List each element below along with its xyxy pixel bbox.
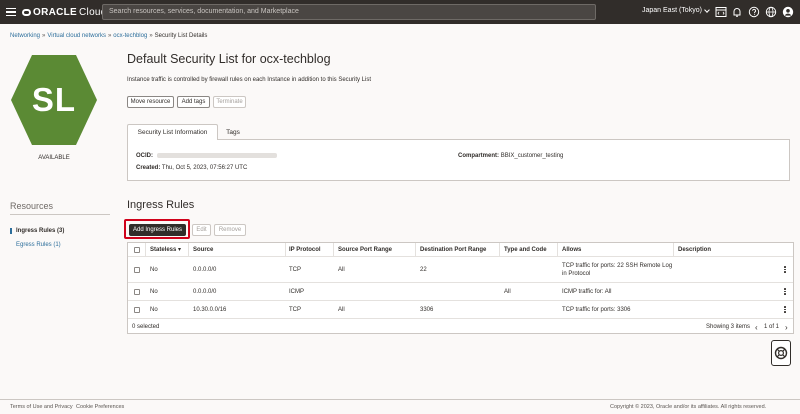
terminate-button[interactable]: Terminate xyxy=(213,96,246,108)
table-header: Stateless ▾ Source IP Protocol Source Po… xyxy=(128,243,793,257)
ocid-field: OCID: xyxy=(136,153,277,159)
column-allows: Allows xyxy=(562,247,582,253)
showing-count: Showing 3 items xyxy=(706,324,751,330)
row-actions-kebab-icon[interactable] xyxy=(784,306,787,313)
search-input[interactable]: Search resources, services, documentatio… xyxy=(102,4,596,20)
highlight-box xyxy=(124,219,190,239)
resource-avatar: SL xyxy=(10,52,98,148)
cell-type-code: All xyxy=(504,289,511,295)
cell-destination-port: 22 xyxy=(420,267,427,273)
row-checkbox[interactable] xyxy=(134,289,140,295)
cell-protocol: TCP xyxy=(289,307,301,313)
tab-security-list-information[interactable]: Security List Information xyxy=(127,124,218,140)
page-description: Instance traffic is controlled by firewa… xyxy=(127,77,372,83)
lifebuoy-icon xyxy=(774,346,788,360)
globe-icon[interactable] xyxy=(765,6,777,18)
ingress-rules-title: Ingress Rules xyxy=(127,199,195,211)
region-selector[interactable]: Japan East (Tokyo) xyxy=(642,6,710,14)
breadcrumb-networking[interactable]: Networking xyxy=(10,33,40,39)
page-title: Default Security List for ocx-techblog xyxy=(127,52,331,66)
selected-count: 0 selected xyxy=(132,324,160,330)
table-row: No 0.0.0.0/0 TCP All 22 TCP traffic for … xyxy=(128,257,793,283)
table-row: No 0.0.0.0/0 ICMP All ICMP traffic for: … xyxy=(128,283,793,301)
row-actions-kebab-icon[interactable] xyxy=(784,288,787,295)
copyright-text: Copyright © 2023, Oracle and/or its affi… xyxy=(610,404,767,410)
chevron-down-icon xyxy=(704,6,710,13)
cell-source: 10.30.0.0/16 xyxy=(193,307,227,313)
cell-source: 0.0.0.0/0 xyxy=(193,267,217,273)
info-panel: OCID: Compartment: BBIX_customer_testing… xyxy=(127,139,790,181)
cell-source-port: All xyxy=(338,267,345,273)
help-lifebuoy-button[interactable] xyxy=(771,340,791,366)
sort-down-icon: ▾ xyxy=(178,247,182,253)
table-row: No 10.30.0.0/16 TCP All 3306 TCP traffic… xyxy=(128,301,793,319)
cell-allows-cont: in Protocol xyxy=(562,271,591,277)
cell-protocol: ICMP xyxy=(289,289,304,295)
oracle-logo-icon xyxy=(22,8,31,16)
cell-allows: TCP traffic for ports: 22 SSH Remote Log xyxy=(562,263,673,269)
remove-button[interactable]: Remove xyxy=(214,224,246,236)
page-indicator: 1 of 1 xyxy=(764,324,780,330)
row-checkbox[interactable] xyxy=(134,307,140,313)
footer-divider xyxy=(0,399,800,400)
ingress-rules-table: Stateless ▾ Source IP Protocol Source Po… xyxy=(127,242,794,334)
cell-protocol: TCP xyxy=(289,267,301,273)
avatar-initials: SL xyxy=(31,81,77,118)
cell-allows: ICMP traffic for: All xyxy=(562,289,612,295)
terms-link[interactable]: Terms of Use and Privacy xyxy=(10,404,73,410)
compartment-field: Compartment: BBIX_customer_testing xyxy=(458,153,564,159)
cell-stateless: No xyxy=(150,307,158,313)
resource-egress-rules[interactable]: Egress Rules (1) xyxy=(16,242,61,248)
oracle-cloud-logo[interactable]: ORACLE Cloud xyxy=(22,7,107,18)
column-type-and-code: Type and Code xyxy=(504,247,547,253)
column-stateless[interactable]: Stateless ▾ xyxy=(150,246,181,254)
row-actions-kebab-icon[interactable] xyxy=(784,266,787,273)
status-label: AVAILABLE xyxy=(38,155,70,161)
breadcrumb-vcns[interactable]: Virtual cloud networks xyxy=(47,33,106,39)
row-checkbox[interactable] xyxy=(134,267,140,273)
code-editor-icon[interactable] xyxy=(715,6,727,18)
tab-tags[interactable]: Tags xyxy=(222,124,244,140)
select-all-checkbox[interactable] xyxy=(134,247,140,253)
column-source-port-range: Source Port Range xyxy=(338,247,393,253)
created-field: Created: Thu, Oct 5, 2023, 07:56:27 UTC xyxy=(136,165,248,171)
breadcrumb: Networking» Virtual cloud networks» ocx-te… xyxy=(10,33,208,39)
ocid-redacted xyxy=(157,153,277,158)
resources-title: Resources xyxy=(10,201,54,211)
column-destination-port-range: Destination Port Range xyxy=(420,247,487,253)
breadcrumb-vcn[interactable]: ocx-techblog xyxy=(113,33,147,39)
move-resource-button[interactable]: Move resource xyxy=(127,96,174,108)
prev-page-icon[interactable]: ‹ xyxy=(755,323,758,332)
breadcrumb-current: Security List Details xyxy=(154,33,208,39)
cell-source: 0.0.0.0/0 xyxy=(193,289,217,295)
bell-icon[interactable] xyxy=(731,6,743,18)
column-ip-protocol: IP Protocol xyxy=(289,247,321,253)
column-source: Source xyxy=(193,247,214,253)
top-bar: ORACLE Cloud Search resources, services,… xyxy=(0,0,800,24)
resource-ingress-rules[interactable]: Ingress Rules (3) xyxy=(10,228,64,234)
next-page-icon[interactable]: › xyxy=(785,323,788,332)
column-description: Description xyxy=(678,247,712,253)
cell-allows: TCP traffic for ports: 3306 xyxy=(562,307,631,313)
help-icon[interactable] xyxy=(748,6,760,18)
add-tags-button[interactable]: Add tags xyxy=(177,96,210,108)
table-footer: 0 selected Showing 3 items ‹ 1 of 1 › xyxy=(128,321,793,334)
user-icon[interactable] xyxy=(782,6,794,18)
cell-source-port: All xyxy=(338,307,345,313)
menu-icon[interactable] xyxy=(0,0,22,24)
cookie-preferences-link[interactable]: Cookie Preferences xyxy=(76,404,124,410)
edit-button[interactable]: Edit xyxy=(192,224,211,236)
cell-stateless: No xyxy=(150,289,158,295)
cell-stateless: No xyxy=(150,267,158,273)
resources-divider xyxy=(10,214,110,215)
cell-destination-port: 3306 xyxy=(420,307,434,313)
